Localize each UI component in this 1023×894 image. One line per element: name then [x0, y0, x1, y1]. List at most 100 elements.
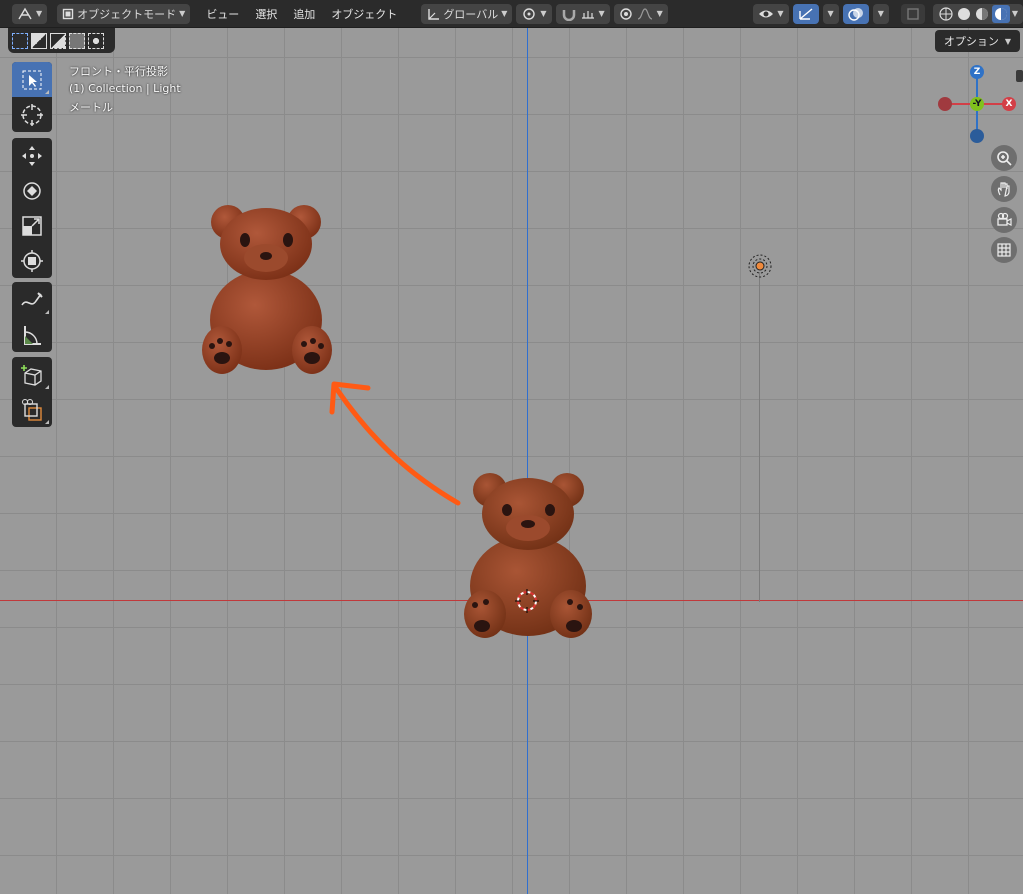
units-text: メートル [69, 101, 113, 114]
chevron-down-icon: ▼ [179, 9, 186, 18]
tool-scale[interactable] [12, 208, 52, 243]
select-box-icon [22, 70, 42, 89]
select-extend-icon[interactable] [31, 32, 47, 49]
rotate-icon [23, 181, 41, 200]
tool-measure[interactable] [12, 317, 52, 352]
gizmo-toggle[interactable] [792, 3, 819, 24]
snap-magnet-icon [562, 9, 575, 21]
viewport-header: ▼ オブジェクトモード ▼ ビュー 選択 追加 オブジェクト グローバル ▼ ▼… [0, 0, 1023, 28]
proportional-edit-icon [619, 7, 632, 20]
ortho-toggle-button[interactable] [991, 237, 1017, 263]
menu-select[interactable]: 選択 [249, 6, 283, 22]
collection-text: (1) Collection | Light [69, 82, 181, 95]
select-intersect-icon[interactable] [88, 32, 104, 49]
teddy-bear-original[interactable] [460, 468, 595, 643]
annotation-arrow [329, 381, 461, 506]
material-shading-icon[interactable] [974, 6, 990, 22]
select-invert-icon[interactable] [69, 32, 85, 49]
mode-label: オブジェクトモード [77, 7, 177, 21]
gizmo-x-axis[interactable]: X [1002, 97, 1016, 111]
xray-toggle[interactable] [900, 3, 925, 24]
chevron-down-icon: ▼ [598, 9, 605, 18]
transform-orientation-label: グローバル [443, 7, 499, 21]
annotate-icon [21, 291, 43, 305]
options-dropdown[interactable]: オプション ▼ [935, 30, 1020, 52]
select-subtract-icon[interactable] [50, 32, 66, 49]
wireframe-shading-icon[interactable] [938, 6, 954, 22]
solid-shading-icon[interactable] [956, 6, 972, 22]
chevron-down-icon: ▼ [540, 9, 547, 18]
tool-cursor[interactable] [12, 97, 52, 132]
light-object-icon[interactable] [746, 252, 774, 280]
xray-icon [907, 7, 919, 20]
move-icon [22, 145, 42, 166]
zoom-button[interactable] [991, 145, 1017, 171]
chevron-down-icon: ▼ [877, 9, 884, 18]
tool-extract[interactable] [12, 392, 52, 427]
chevron-down-icon: ▼ [827, 9, 834, 18]
overlay-toggle[interactable] [842, 3, 869, 24]
chevron-down-icon: ▼ [656, 9, 663, 18]
tool-move[interactable] [12, 138, 52, 173]
camera-view-button[interactable] [991, 207, 1017, 233]
scale-icon [22, 215, 42, 236]
chevron-down-icon: ▼ [777, 9, 784, 18]
menu-view[interactable]: ビュー [200, 6, 245, 22]
rendered-shading-icon[interactable] [991, 4, 1010, 23]
tool-select-box[interactable] [12, 62, 52, 97]
toolbar-annotate-group [12, 282, 52, 352]
transform-icon [21, 249, 43, 272]
view-name-text: フロント・平行投影 [69, 65, 168, 78]
falloff-curve-icon [637, 7, 652, 20]
editor-type-button[interactable]: ▼ [12, 3, 48, 24]
proportional-edit-toggle[interactable]: ▼ [613, 3, 668, 24]
snap-increment-icon [581, 10, 594, 19]
visibility-dropdown[interactable]: ▼ [753, 3, 789, 24]
menu-add[interactable]: 追加 [287, 6, 321, 22]
measure-icon [24, 325, 41, 345]
overlay-dropdown[interactable]: ▼ [872, 3, 889, 24]
menu-object[interactable]: オブジェクト [325, 6, 403, 22]
sidebar-toggle-handle[interactable] [1016, 70, 1023, 82]
teddy-bear-copy[interactable] [200, 200, 335, 380]
gizmo-dropdown[interactable]: ▼ [822, 3, 839, 24]
extract-icon [22, 398, 42, 421]
hand-icon [997, 182, 1010, 197]
mode-dropdown[interactable]: オブジェクトモード ▼ [57, 3, 191, 24]
shading-buttons: ▼ [932, 3, 1023, 24]
z-axis-line [527, 28, 528, 894]
gizmo-neg-y-axis[interactable]: -Y [970, 97, 984, 111]
pivot-icon [523, 7, 536, 20]
chevron-down-icon: ▼ [501, 9, 508, 18]
tool-transform[interactable] [12, 243, 52, 278]
camera-icon [997, 212, 1012, 226]
zoom-icon [997, 151, 1012, 166]
gizmo-z-axis[interactable]: Z [970, 65, 984, 79]
toolbar-transform-group [12, 138, 52, 278]
snap-toggle[interactable]: ▼ [555, 3, 610, 24]
orientation-icon [428, 8, 440, 20]
selection-mode-strip [8, 28, 115, 53]
gizmo-neg-x-axis[interactable] [938, 97, 952, 111]
pan-button[interactable] [991, 176, 1017, 202]
tool-add-cube[interactable] [12, 357, 52, 392]
chevron-down-icon: ▼ [1011, 9, 1018, 18]
chevron-down-icon: ▼ [1004, 36, 1012, 46]
toolbar-add-group [12, 357, 52, 427]
add-cube-icon [21, 364, 42, 386]
eye-icon [759, 10, 774, 17]
overlay-icon [847, 7, 863, 21]
tool-rotate[interactable] [12, 173, 52, 208]
toolbar-select-group [12, 62, 52, 132]
chevron-down-icon: ▼ [36, 9, 43, 18]
3d-cursor[interactable] [515, 589, 539, 613]
transform-orientation-dropdown[interactable]: グローバル ▼ [421, 3, 513, 24]
object-mode-icon [62, 8, 74, 19]
options-label: オプション [943, 35, 999, 48]
gizmo-icon [798, 7, 812, 20]
tool-annotate[interactable] [12, 282, 52, 317]
pivot-point-dropdown[interactable]: ▼ [516, 3, 552, 24]
select-new-icon[interactable] [12, 32, 28, 49]
3d-viewport[interactable] [0, 0, 1023, 894]
gizmo-neg-z-axis[interactable] [970, 129, 984, 143]
